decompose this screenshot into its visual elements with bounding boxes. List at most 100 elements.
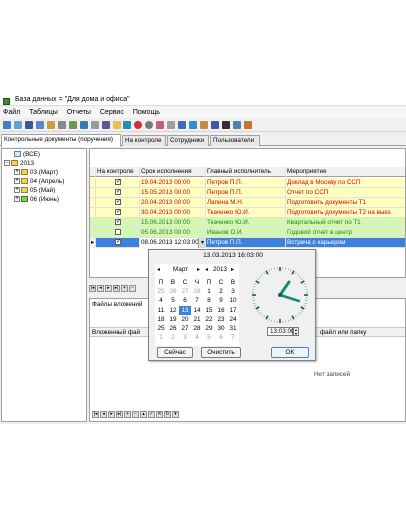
executor-cell[interactable]: Петров П.П. [206,188,286,198]
calendar-day[interactable]: 21 [191,315,203,324]
ok-button[interactable]: OK [271,347,309,358]
control-checkbox[interactable]: ✓ [115,179,121,186]
menu-service[interactable]: Сервис [100,107,124,118]
table-row[interactable]: ✓ 15.06.2013 00:00 Ткаченко Ю.И. Квартальны… [90,218,405,228]
event-cell[interactable]: Подготовить документы Т2 на выез [286,208,405,218]
calendar-day[interactable]: 14 [191,306,203,315]
first-record-icon[interactable]: |◂ [89,285,96,292]
executor-cell[interactable]: Петров П.П. [206,238,286,248]
calendar-day[interactable]: 19 [167,315,179,324]
settings-icon[interactable] [112,121,121,129]
first-record-icon[interactable]: |◂ [92,411,99,418]
next-record-icon[interactable]: ▸ [108,411,115,418]
tree-node-month[interactable]: +03 (Март) [14,169,58,177]
key-icon[interactable] [200,121,209,129]
table-row[interactable]: ✓ 20.04.2013 00:00 Лапина М.Н. Подготовить … [90,198,405,208]
tree-node-all[interactable]: (ВСЕ) [14,151,40,159]
event-cell[interactable]: Подготовить документы Т1 [286,198,405,208]
expand-icon[interactable]: + [14,196,20,203]
calendar-day[interactable]: 24 [227,315,239,324]
table-row[interactable]: 05.06.2013 00:00 Иванов О.И. Годовой отчет… [90,228,405,238]
attach-icon[interactable] [167,121,176,129]
calendar-day[interactable]: 22 [203,315,215,324]
table-icon[interactable] [24,121,33,129]
tree-node-month[interactable]: +05 (Май) [14,187,55,195]
menu-help[interactable]: Помощь [133,107,160,118]
save-icon[interactable] [13,121,22,129]
delete-record-icon[interactable]: − [129,285,136,292]
calendar-day[interactable]: 30 [215,324,227,333]
calendar-day[interactable]: 13 [179,305,191,315]
calendar-day[interactable]: 5 [167,296,179,305]
event-cell[interactable]: Квартальный отчет по Т1 [286,218,405,228]
calendar-day[interactable]: 25 [155,287,167,296]
edit-record-icon[interactable]: ▴ [140,411,147,418]
calendar-day[interactable]: 15 [203,306,215,315]
calendar-day[interactable]: 28 [191,287,203,296]
due-date-cell[interactable]: 19.04.2013 00:00 [140,178,206,188]
calendar-day[interactable]: 11 [155,306,167,315]
due-date-cell[interactable]: 30.04.2013 00:00 [140,208,206,218]
calendar-day[interactable]: 8 [203,296,215,305]
calendar-day[interactable]: 26 [167,287,179,296]
paste-icon[interactable] [189,121,198,129]
calendar-day[interactable]: 2 [167,333,179,342]
expand-icon[interactable]: + [14,169,20,176]
calendar-day[interactable]: 16 [215,306,227,315]
prev-month-icon[interactable]: ◂ [157,266,160,273]
event-cell[interactable]: Годовой отчет в центр [286,228,405,238]
table-row[interactable]: ✓ 19.04.2013 00:00 Петров П.П. Доклад в Мос… [90,178,405,188]
executor-cell[interactable]: Лапина М.Н. [206,198,286,208]
dropdown-arrow-icon[interactable]: ▾ [198,238,206,248]
calendar-day[interactable]: 20 [179,315,191,324]
tab-users[interactable]: Пользователи [210,135,260,146]
calendar-day[interactable]: 1 [155,333,167,342]
tablet-icon[interactable] [123,121,132,129]
col-on-control[interactable]: На контроле [96,167,140,177]
tree-node-year[interactable]: −2013 [4,160,34,168]
col-file-or-folder[interactable]: файл или папку [320,328,366,337]
calendar-day[interactable]: 27 [179,287,191,296]
calendar-day[interactable]: 1 [203,287,215,296]
calendar-day[interactable]: 17 [227,306,239,315]
now-button[interactable]: Сейчас [157,347,193,358]
calendar-day[interactable]: 3 [179,333,191,342]
calendar-day[interactable]: 29 [203,324,215,333]
menu-file[interactable]: Файл [3,107,20,118]
refresh-icon[interactable]: ↻ [164,411,171,418]
report-icon[interactable] [90,121,99,129]
calendar-day[interactable]: 6 [179,296,191,305]
col-attached-file[interactable]: Вложенный фай [92,328,140,337]
month-label[interactable]: Март [173,266,188,273]
list-icon[interactable] [79,121,88,129]
calendar-day[interactable]: 25 [155,324,167,333]
table-row[interactable]: ✓ 30.04.2013 00:00 Ткаченко Ю.И. Подготовит… [90,208,405,218]
executor-cell[interactable]: Иванов О.И. [206,228,286,238]
expand-icon[interactable]: + [14,178,20,185]
col-main-executor[interactable]: Главный исполнитель [206,167,286,177]
copy-icon[interactable] [178,121,187,129]
due-date-cell[interactable]: 15.06.2013 00:00 [140,218,206,228]
calendar-day[interactable]: 5 [203,333,215,342]
time-input[interactable]: 13:03:00 [267,327,295,336]
executor-cell[interactable]: Ткаченко Ю.И. [206,208,286,218]
clock-icon[interactable] [145,121,154,129]
cancel-record-icon[interactable]: ✕ [156,411,163,418]
prev-record-icon[interactable]: ◂ [100,411,107,418]
tree-node-month[interactable]: +06 (Июнь) [14,196,59,204]
stop-icon[interactable] [134,121,143,129]
col-due-date[interactable]: Срок исполнения [140,167,206,177]
calendar-day[interactable]: 2 [215,287,227,296]
clear-button[interactable]: Очистить [201,347,241,358]
filter-icon[interactable] [156,121,165,129]
users-icon[interactable] [243,121,252,129]
control-checkbox[interactable]: ✓ [115,189,121,196]
executor-cell[interactable]: Петров П.П. [206,178,286,188]
collapse-icon[interactable]: − [4,160,10,167]
due-date-cell[interactable]: 20.04.2013 00:00 [140,198,206,208]
filter-icon[interactable]: ▾ [172,411,179,418]
due-date-cell[interactable]: 05.06.2013 00:00 [140,228,206,238]
calendar-day[interactable]: 10 [227,296,239,305]
tab-on-control[interactable]: На контроле [122,135,166,146]
calendar-day[interactable]: 28 [191,324,203,333]
